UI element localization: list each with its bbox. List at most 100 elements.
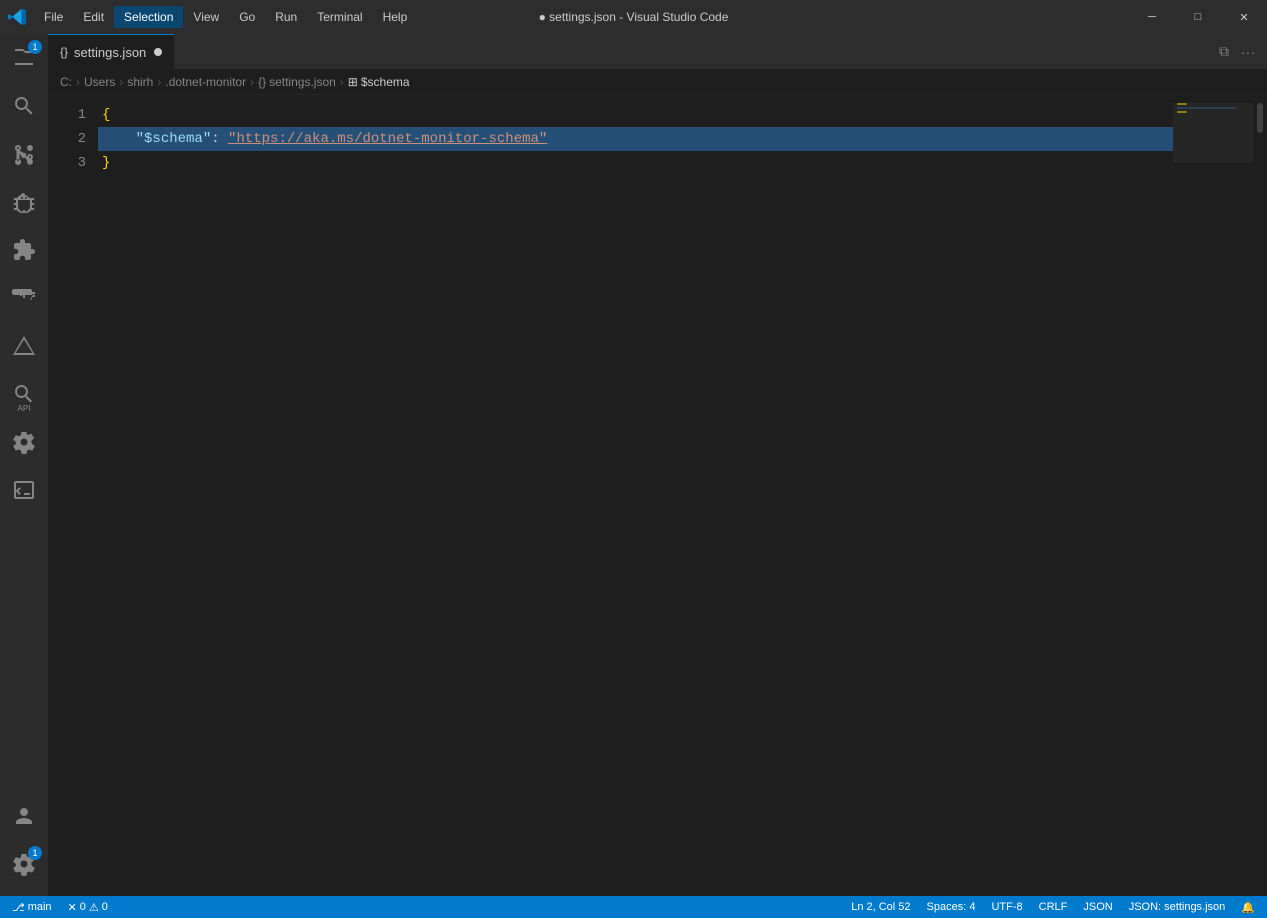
close-button[interactable]: ✕ — [1221, 0, 1267, 34]
activity-source-control[interactable] — [0, 130, 48, 178]
breadcrumb-drive[interactable]: C: — [60, 75, 72, 89]
settings-cog-icon — [12, 430, 36, 454]
line-number-2: 2 — [48, 127, 86, 151]
account-icon — [12, 804, 36, 828]
more-actions-button[interactable]: ··· — [1237, 40, 1259, 64]
token-schema-value: "https://aka.ms/dotnet-monitor-schema" — [228, 127, 547, 151]
extensions-icon — [12, 238, 36, 262]
minimap-viewport — [1173, 103, 1253, 163]
breadcrumb-settings-json[interactable]: {} settings.json — [258, 75, 336, 89]
scrollbar-thumb[interactable] — [1257, 103, 1263, 133]
split-editor-button[interactable]: ⧉ — [1215, 39, 1233, 64]
line-number-3: 3 — [48, 151, 86, 175]
activity-manage[interactable]: 1 — [0, 840, 48, 888]
json-file-icon: {} — [60, 45, 68, 59]
line-col-text: Ln 2, Col 52 — [851, 901, 910, 913]
activity-bar: 1 — [0, 34, 48, 896]
activity-api[interactable]: API — [0, 370, 48, 418]
line-ending-text: CRLF — [1039, 901, 1068, 913]
bell-icon: 🔔 — [1241, 901, 1255, 914]
status-encoding[interactable]: UTF-8 — [987, 896, 1026, 918]
token-colon: : — [211, 127, 228, 151]
terminal-icon — [12, 478, 36, 502]
status-bar: ⎇ main ✕ 0 ⚠ 0 Ln 2, Col 52 Spaces: 4 UT… — [0, 896, 1267, 918]
breadcrumb-users[interactable]: Users — [84, 75, 115, 89]
menu-help[interactable]: Help — [373, 6, 418, 28]
menu-selection[interactable]: Selection — [114, 6, 183, 28]
scrollbar-track[interactable] — [1253, 95, 1267, 896]
code-content[interactable]: { "$schema": "https://aka.ms/dotnet-moni… — [98, 95, 1173, 896]
token-open-brace: { — [102, 103, 110, 127]
window-controls: ─ □ ✕ — [1129, 0, 1267, 34]
line-numbers: 1 2 3 — [48, 95, 98, 896]
window-title: ● settings.json - Visual Studio Code — [539, 10, 729, 24]
menu-edit[interactable]: Edit — [73, 6, 114, 28]
breadcrumb-schema[interactable]: ⊞ $schema — [348, 75, 410, 89]
status-line-ending[interactable]: CRLF — [1035, 896, 1072, 918]
breadcrumb-shirh[interactable]: shirh — [127, 75, 153, 89]
breadcrumb-dotnet-monitor[interactable]: .dotnet-monitor — [165, 75, 246, 89]
spaces-text: Spaces: 4 — [927, 901, 976, 913]
manage-badge: 1 — [28, 846, 42, 860]
activity-explorer[interactable]: 1 — [0, 34, 48, 82]
editor-area: {} settings.json ⧉ ··· C: › Users › shir… — [48, 34, 1267, 896]
activity-docker[interactable] — [0, 274, 48, 322]
code-line-2: "$schema": "https://aka.ms/dotnet-monito… — [98, 127, 1173, 151]
triangle-icon — [12, 334, 36, 358]
encoding-text: UTF-8 — [991, 901, 1022, 913]
tab-modified-indicator — [154, 48, 162, 56]
status-bar-left: ⎇ main ✕ 0 ⚠ 0 — [8, 896, 112, 918]
language-text: JSON — [1083, 901, 1112, 913]
api-label: API — [18, 404, 31, 413]
explorer-badge: 1 — [28, 40, 42, 54]
activity-search[interactable] — [0, 82, 48, 130]
status-errors[interactable]: ✕ 0 ⚠ 0 — [64, 896, 112, 918]
schema-text: JSON: settings.json — [1129, 901, 1226, 913]
breadcrumb: C: › Users › shirh › .dotnet-monitor › {… — [48, 69, 1267, 95]
git-branch-icon: ⎇ — [12, 901, 25, 914]
warning-icon: ⚠ — [89, 901, 99, 914]
activity-bottom: 1 — [0, 792, 48, 896]
debug-icon — [12, 190, 36, 214]
status-spaces[interactable]: Spaces: 4 — [923, 896, 980, 918]
token-close-brace: } — [102, 151, 110, 175]
main-layout: 1 — [0, 34, 1267, 896]
menu-view[interactable]: View — [183, 6, 229, 28]
title-bar-left: File Edit Selection View Go Run Terminal… — [8, 6, 417, 28]
maximize-button[interactable]: □ — [1175, 0, 1221, 34]
error-icon: ✕ — [68, 901, 77, 914]
activity-settings-cog[interactable] — [0, 418, 48, 466]
code-line-3: } — [98, 151, 1173, 175]
minimize-button[interactable]: ─ — [1129, 0, 1175, 34]
activity-extensions[interactable] — [0, 226, 48, 274]
minimap — [1173, 95, 1253, 896]
tab-filename: settings.json — [74, 45, 146, 60]
status-language[interactable]: JSON — [1079, 896, 1116, 918]
menu-run[interactable]: Run — [265, 6, 307, 28]
search-icon — [12, 94, 36, 118]
status-line-col[interactable]: Ln 2, Col 52 — [847, 896, 914, 918]
line-number-1: 1 — [48, 103, 86, 127]
branch-name: main — [28, 901, 52, 913]
title-bar: File Edit Selection View Go Run Terminal… — [0, 0, 1267, 34]
menu-bar: File Edit Selection View Go Run Terminal… — [34, 6, 417, 28]
code-editor[interactable]: 1 2 3 { "$schema": "https://aka.ms/dotne… — [48, 95, 1267, 896]
api-icon — [12, 382, 36, 406]
code-line-1: { — [98, 103, 1173, 127]
status-bar-right: Ln 2, Col 52 Spaces: 4 UTF-8 CRLF JSON J… — [847, 896, 1259, 918]
menu-terminal[interactable]: Terminal — [307, 6, 372, 28]
menu-go[interactable]: Go — [229, 6, 265, 28]
activity-debug[interactable] — [0, 178, 48, 226]
token-schema-key: "$schema" — [136, 127, 212, 151]
tab-bar-actions: ⧉ ··· — [1207, 34, 1267, 69]
activity-terminal[interactable] — [0, 466, 48, 514]
docker-icon — [12, 286, 36, 310]
menu-file[interactable]: File — [34, 6, 73, 28]
activity-account[interactable] — [0, 792, 48, 840]
source-control-icon — [12, 142, 36, 166]
status-branch[interactable]: ⎇ main — [8, 896, 56, 918]
status-schema[interactable]: JSON: settings.json — [1125, 896, 1230, 918]
status-notification[interactable]: 🔔 — [1237, 896, 1259, 918]
settings-json-tab[interactable]: {} settings.json — [48, 34, 174, 69]
activity-triangle[interactable] — [0, 322, 48, 370]
